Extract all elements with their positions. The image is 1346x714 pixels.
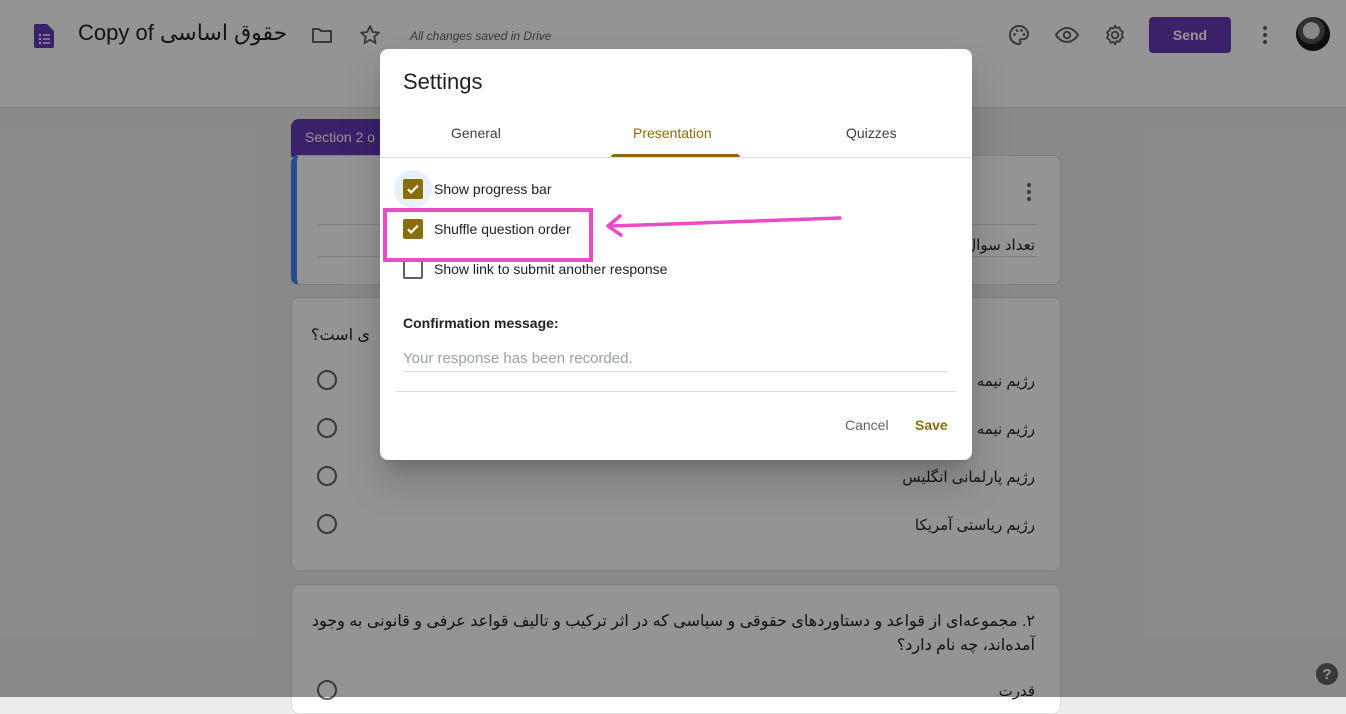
save-button[interactable]: Save — [911, 411, 952, 439]
dialog-title: Settings — [403, 69, 483, 94]
confirmation-message-label: Confirmation message: — [403, 315, 559, 331]
cancel-button[interactable]: Cancel — [841, 411, 893, 439]
tab-quizzes[interactable]: Quizzes — [846, 125, 897, 141]
annotation-arrow-icon — [606, 214, 842, 237]
tab-general[interactable]: General — [451, 125, 501, 141]
confirmation-message-input[interactable] — [403, 346, 948, 372]
option-label: Show link to submit another response — [434, 261, 668, 277]
check-icon — [407, 184, 419, 194]
tab-presentation[interactable]: Presentation — [633, 125, 712, 141]
annotation-highlight-box — [383, 208, 593, 262]
tab-divider — [380, 157, 972, 158]
checkbox-unchecked[interactable] — [403, 259, 423, 279]
checkbox-checked[interactable] — [403, 179, 423, 199]
option-show-progress-bar[interactable]: Show progress bar — [403, 178, 552, 200]
footer-divider — [396, 391, 956, 392]
option-label: Show progress bar — [434, 181, 552, 197]
